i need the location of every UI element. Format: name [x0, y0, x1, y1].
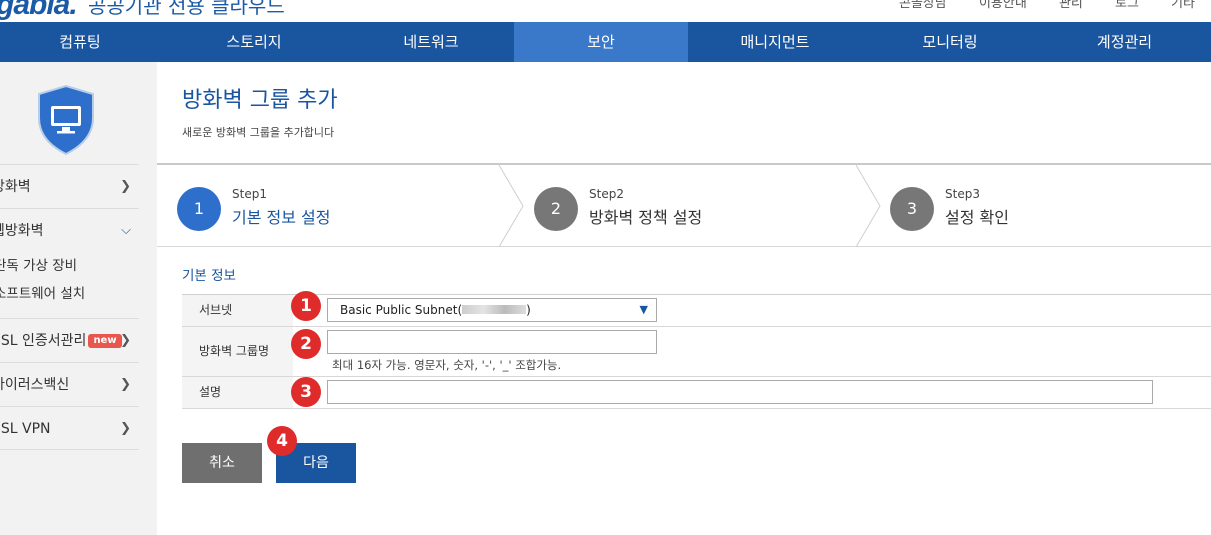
step-number: 1	[177, 187, 221, 231]
sidebar-item-label: 웹방화벽	[0, 223, 44, 239]
sidebar-header	[0, 62, 157, 164]
marker-badge: 1	[291, 291, 321, 321]
description-label: 설명	[182, 377, 293, 408]
nav-monitoring[interactable]: 모니터링	[862, 22, 1038, 62]
page-title: 방화벽 그룹 추가	[182, 88, 338, 113]
shield-monitor-icon	[38, 84, 94, 156]
sidebar-item-firewall[interactable]: 방화벽 ❯	[0, 164, 139, 208]
sidebar-item-web-firewall[interactable]: 웹방화벽 ⌵	[0, 208, 139, 252]
subnet-label: 서브넷	[182, 295, 293, 326]
nav-storage[interactable]: 스토리지	[160, 22, 348, 62]
section-title: 기본 정보	[182, 268, 236, 284]
chevron-down-icon: ▼	[639, 303, 648, 316]
sidebar-item-antivirus[interactable]: 바이러스백신 ❯	[0, 362, 139, 406]
cancel-button[interactable]: 취소	[182, 443, 262, 483]
marker-badge: 3	[291, 377, 321, 407]
group-name-label: 방화벽 그룹명	[182, 327, 293, 376]
top-link[interactable]: 콘솔상담	[899, 0, 947, 11]
group-name-input[interactable]	[327, 330, 657, 354]
step-1: 1 Step1 기본 정보 설정	[157, 165, 502, 247]
nav-account[interactable]: 계정관리	[1038, 22, 1211, 62]
web-firewall-submenu: 단독 가상 장비 소프트웨어 설치	[0, 252, 157, 318]
nav-computing[interactable]: 컴퓨팅	[0, 22, 160, 62]
sidebar-subitem-dedicated-vm[interactable]: 단독 가상 장비	[0, 252, 157, 280]
sidebar-subitem-software-install[interactable]: 소프트웨어 설치	[0, 280, 157, 308]
sidebar: 방화벽 ❯ 웹방화벽 ⌵ 단독 가상 장비 소프트웨어 설치 SSL 인증서관리…	[0, 62, 157, 535]
subnet-select[interactable]: Basic Public Subnet() ▼	[327, 298, 657, 322]
main-nav: 컴퓨팅 스토리지 네트워크 보안 매니지먼트 모니터링 계정관리	[0, 22, 1211, 62]
nav-security[interactable]: 보안	[514, 22, 688, 62]
marker-badge: 4	[267, 426, 297, 456]
gabia-logo[interactable]: gabia.	[0, 0, 78, 22]
subnet-value-prefix: Basic Public Subnet(	[340, 303, 463, 317]
top-links: 콘솔상담 이용안내 관리 로그 기타	[871, 0, 1195, 11]
service-name: 공공기관 전용 클라우드	[88, 0, 285, 18]
subnet-value-suffix: )	[526, 303, 531, 317]
sidebar-item-label: 바이러스백신	[0, 377, 70, 393]
top-link[interactable]: 이용안내	[979, 0, 1027, 11]
step-indicator: 1 Step1 기본 정보 설정 2 Step2 방화벽 정책 설정 3 Ste…	[157, 163, 1211, 247]
top-link[interactable]: 기타	[1171, 0, 1195, 11]
step-number: 3	[890, 187, 934, 231]
nav-network[interactable]: 네트워크	[348, 22, 514, 62]
marker-badge: 2	[291, 329, 321, 359]
top-bar: gabia. 공공기관 전용 클라우드 콘솔상담 이용안내 관리 로그 기타	[0, 0, 1211, 22]
sidebar-item-label: 방화벽	[0, 179, 31, 195]
description-input[interactable]	[327, 380, 1153, 404]
step-caption: Step1	[232, 187, 267, 201]
step-number: 2	[534, 187, 578, 231]
step-caption: Step3	[945, 187, 980, 201]
nav-management[interactable]: 매니지먼트	[688, 22, 862, 62]
sidebar-item-label: SSL VPN	[0, 421, 51, 437]
main-content: 방화벽 그룹 추가 새로운 방화벽 그룹을 추가합니다 1 Step1 기본 정…	[157, 62, 1211, 535]
step-3: 3 Step3 설정 확인	[870, 165, 1200, 247]
chevron-right-icon: ❯	[120, 333, 131, 348]
chevron-right-icon: ❯	[120, 421, 131, 436]
sidebar-item-ssl-vpn[interactable]: SSL VPN ❯	[0, 406, 139, 450]
top-link[interactable]: 관리	[1059, 0, 1083, 11]
basic-info-form: 서브넷 1 Basic Public Subnet() ▼ 방화벽 그룹명 2 …	[182, 291, 1211, 409]
subnet-row: 서브넷 1 Basic Public Subnet() ▼	[182, 291, 1211, 327]
group-name-hint: 최대 16자 가능. 영문자, 숫자, '-', '_' 조합가능.	[332, 358, 562, 372]
redacted-text	[462, 305, 527, 314]
sidebar-item-label: SSL 인증서관리	[0, 333, 87, 349]
step-caption: Step2	[589, 187, 624, 201]
step-2: 2 Step2 방화벽 정책 설정	[514, 165, 859, 247]
chevron-down-icon: ⌵	[121, 223, 131, 238]
chevron-right-icon: ❯	[120, 377, 131, 392]
description-row: 설명 3	[182, 377, 1211, 409]
sidebar-item-ssl-cert[interactable]: SSL 인증서관리 new ❯	[0, 318, 139, 362]
step-label: 방화벽 정책 설정	[589, 208, 703, 227]
step-label: 기본 정보 설정	[232, 208, 331, 227]
group-name-row: 방화벽 그룹명 2 최대 16자 가능. 영문자, 숫자, '-', '_' 조…	[182, 327, 1211, 377]
top-link[interactable]: 로그	[1115, 0, 1139, 11]
step-label: 설정 확인	[945, 208, 1009, 227]
chevron-right-icon: ❯	[120, 179, 131, 194]
page-description: 새로운 방화벽 그룹을 추가합니다	[182, 126, 335, 139]
new-badge: new	[88, 334, 122, 348]
